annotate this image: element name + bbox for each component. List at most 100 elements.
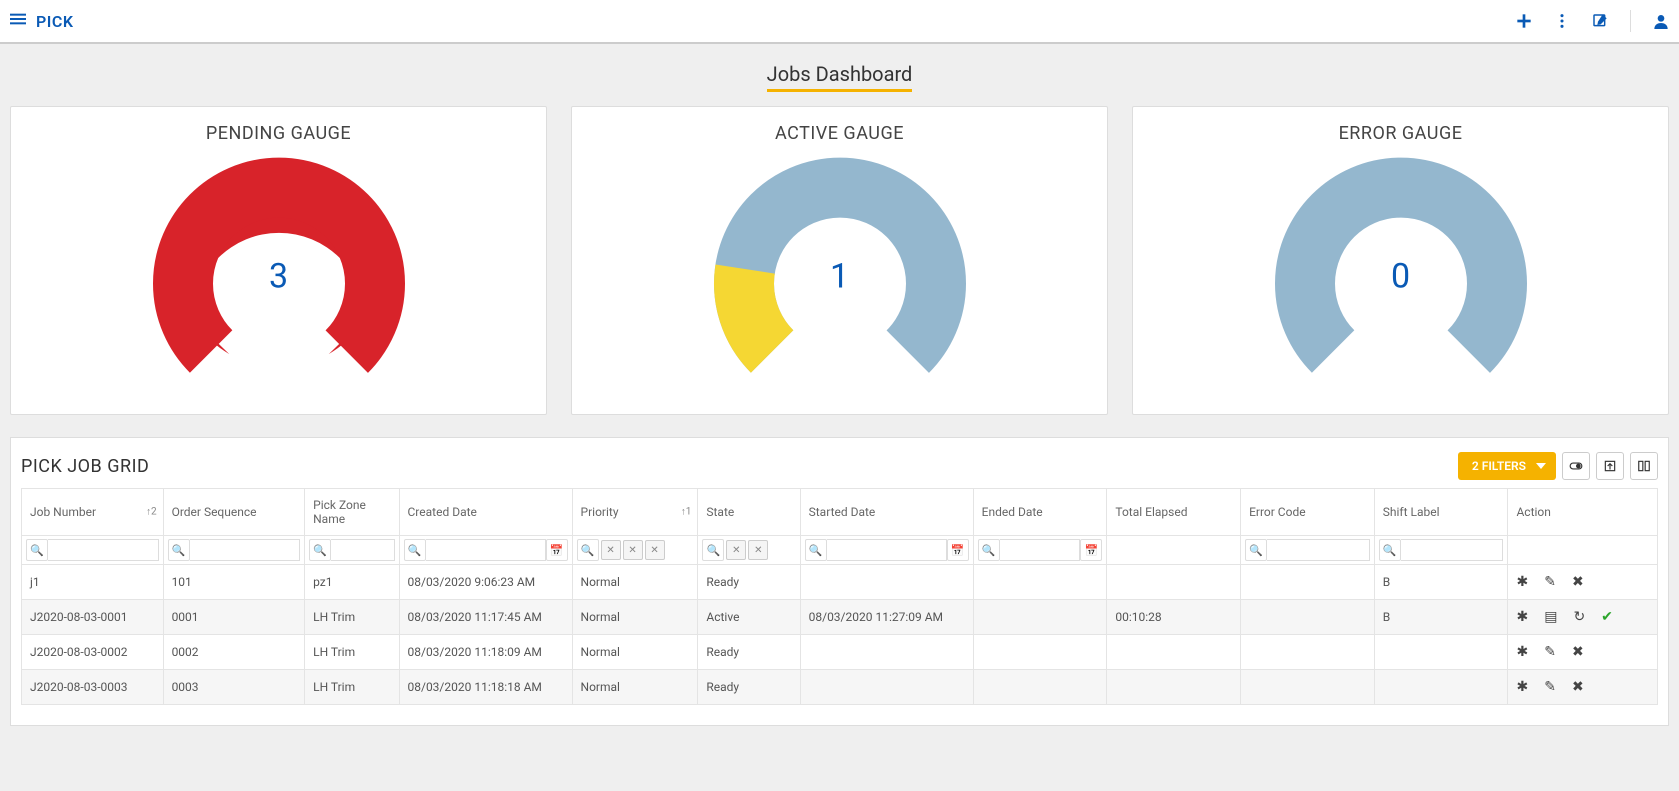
- divider: [1630, 10, 1631, 32]
- search-icon[interactable]: 🔍: [1379, 539, 1401, 561]
- cell-created-date: 08/03/2020 11:18:09 AM: [399, 635, 572, 670]
- filter-created-date[interactable]: [426, 539, 546, 561]
- edit-icon[interactable]: [1592, 13, 1608, 29]
- col-state[interactable]: State: [698, 489, 800, 536]
- calendar-icon[interactable]: 📅: [546, 539, 568, 561]
- toggle-icon[interactable]: [1562, 452, 1590, 480]
- search-icon[interactable]: 🔍: [577, 539, 599, 561]
- dashboard-title-wrap: Jobs Dashboard: [0, 44, 1679, 106]
- delete-icon[interactable]: ✖: [1572, 679, 1584, 695]
- cell-order-sequence: 0002: [163, 635, 305, 670]
- search-icon[interactable]: 🔍: [26, 539, 48, 561]
- delete-icon[interactable]: ✖: [1572, 574, 1584, 590]
- hamburger-icon[interactable]: [10, 11, 26, 32]
- calendar-icon[interactable]: 📅: [947, 539, 969, 561]
- refresh-icon[interactable]: ↻: [1573, 609, 1585, 625]
- filter-tag-clear[interactable]: ✕: [601, 540, 621, 560]
- col-ended-date[interactable]: Ended Date: [973, 489, 1107, 536]
- col-priority[interactable]: Priority↑1: [572, 489, 698, 536]
- cell-started-date: 08/03/2020 11:27:09 AM: [800, 600, 973, 635]
- table-row[interactable]: J2020-08-03-00030003LH Trim08/03/2020 11…: [22, 670, 1658, 705]
- more-icon[interactable]: [1554, 13, 1570, 29]
- filter-tag-clear[interactable]: ✕: [623, 540, 643, 560]
- edit-icon[interactable]: ✎: [1544, 679, 1556, 695]
- filter-started-date[interactable]: [827, 539, 947, 561]
- filter-job-number[interactable]: [48, 539, 159, 561]
- filter-error-code[interactable]: [1267, 539, 1370, 561]
- check-icon[interactable]: ✔: [1601, 609, 1613, 625]
- cell-state: Active: [698, 600, 800, 635]
- details-icon[interactable]: ▤: [1544, 609, 1557, 625]
- col-created-date[interactable]: Created Date: [399, 489, 572, 536]
- grid-title: PICK JOB GRID: [21, 456, 149, 477]
- pending-gauge-card: PENDING GAUGE 3: [10, 106, 547, 415]
- col-pick-zone[interactable]: Pick Zone Name: [305, 489, 399, 536]
- filter-tag-clear[interactable]: ✕: [645, 540, 665, 560]
- calendar-icon[interactable]: 📅: [1080, 539, 1102, 561]
- filter-order-sequence[interactable]: [190, 539, 301, 561]
- new-icon[interactable]: ✱: [1516, 609, 1528, 625]
- search-icon[interactable]: 🔍: [309, 539, 331, 561]
- filter-ended-date[interactable]: [1000, 539, 1081, 561]
- search-icon[interactable]: 🔍: [1245, 539, 1267, 561]
- new-icon[interactable]: ✱: [1516, 574, 1528, 590]
- edit-icon[interactable]: ✎: [1544, 574, 1556, 590]
- error-gauge-card: ERROR GAUGE 0: [1132, 106, 1669, 415]
- cell-priority: Normal: [572, 635, 698, 670]
- cell-action: ✱ ✎ ✖: [1508, 670, 1658, 705]
- search-icon[interactable]: 🔍: [168, 539, 190, 561]
- cell-state: Ready: [698, 635, 800, 670]
- col-error-code[interactable]: Error Code: [1241, 489, 1375, 536]
- cell-action: ✱ ✎ ✖: [1508, 635, 1658, 670]
- table-row[interactable]: J2020-08-03-00020002LH Trim08/03/2020 11…: [22, 635, 1658, 670]
- col-job-number[interactable]: Job Number↑2: [22, 489, 164, 536]
- topbar: PICK: [0, 0, 1679, 44]
- filter-pick-zone[interactable]: [331, 539, 394, 561]
- cell-started-date: [800, 635, 973, 670]
- cell-pick-zone: LH Trim: [305, 635, 399, 670]
- search-icon[interactable]: 🔍: [702, 539, 724, 561]
- export-icon[interactable]: [1596, 452, 1624, 480]
- cell-started-date: [800, 670, 973, 705]
- col-order-sequence[interactable]: Order Sequence: [163, 489, 305, 536]
- col-shift-label[interactable]: Shift Label: [1374, 489, 1508, 536]
- cell-shift-label: [1374, 670, 1508, 705]
- add-icon[interactable]: [1516, 13, 1532, 29]
- search-icon[interactable]: 🔍: [404, 539, 426, 561]
- cell-job-number: J2020-08-03-0001: [22, 600, 164, 635]
- cell-created-date: 08/03/2020 11:18:18 AM: [399, 670, 572, 705]
- cell-ended-date: [973, 600, 1107, 635]
- new-icon[interactable]: ✱: [1516, 679, 1528, 695]
- search-icon[interactable]: 🔍: [805, 539, 827, 561]
- filter-tag-clear[interactable]: ✕: [726, 540, 746, 560]
- table-row[interactable]: j1101pz108/03/2020 9:06:23 AMNormalReady…: [22, 565, 1658, 600]
- table-row[interactable]: J2020-08-03-00010001LH Trim08/03/2020 11…: [22, 600, 1658, 635]
- cell-shift-label: B: [1374, 600, 1508, 635]
- error-gauge-value: 0: [1391, 256, 1410, 296]
- error-gauge-graphic: 0: [1261, 154, 1541, 394]
- col-total-elapsed[interactable]: Total Elapsed: [1107, 489, 1241, 536]
- filter-tag-clear[interactable]: ✕: [748, 540, 768, 560]
- cell-order-sequence: 101: [163, 565, 305, 600]
- cell-ended-date: [973, 635, 1107, 670]
- cell-error-code: [1241, 635, 1375, 670]
- filters-button[interactable]: 2 FILTERS: [1458, 452, 1556, 480]
- cell-error-code: [1241, 600, 1375, 635]
- user-icon[interactable]: [1653, 13, 1669, 29]
- cell-action: ✱ ✎ ✖: [1508, 565, 1658, 600]
- new-icon[interactable]: ✱: [1516, 644, 1528, 660]
- col-action[interactable]: Action: [1508, 489, 1658, 536]
- cell-pick-zone: pz1: [305, 565, 399, 600]
- cell-total-elapsed: [1107, 670, 1241, 705]
- cell-created-date: 08/03/2020 9:06:23 AM: [399, 565, 572, 600]
- edit-icon[interactable]: ✎: [1544, 644, 1556, 660]
- columns-icon[interactable]: [1630, 452, 1658, 480]
- col-started-date[interactable]: Started Date: [800, 489, 973, 536]
- filter-shift-label[interactable]: [1401, 539, 1504, 561]
- cell-job-number: j1: [22, 565, 164, 600]
- search-icon[interactable]: 🔍: [978, 539, 1000, 561]
- active-gauge-value: 1: [830, 256, 849, 296]
- dashboard-title: Jobs Dashboard: [767, 62, 913, 92]
- delete-icon[interactable]: ✖: [1572, 644, 1584, 660]
- active-gauge-title: ACTIVE GAUGE: [582, 123, 1097, 144]
